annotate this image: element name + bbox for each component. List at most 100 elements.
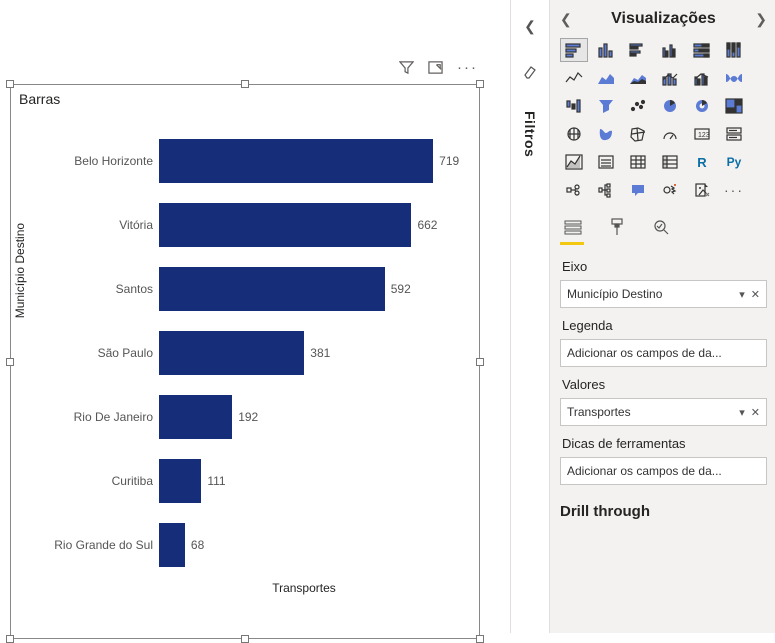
qna-visual-icon[interactable] (624, 178, 652, 202)
r-visual-icon[interactable]: R (688, 150, 716, 174)
bar-category-label: Belo Horizonte (47, 154, 159, 168)
focus-mode-icon[interactable] (428, 60, 443, 78)
visualizations-pane-title: Visualizações (611, 10, 716, 28)
bar-value-label: 662 (411, 218, 437, 232)
donut-chart-icon[interactable] (688, 94, 716, 118)
bar-fill (159, 139, 433, 183)
stacked-column-chart-icon[interactable] (592, 38, 620, 62)
bar-row[interactable]: Belo Horizonte 719 (47, 129, 471, 193)
resize-handle[interactable] (241, 635, 249, 643)
multi-row-card-icon[interactable] (720, 122, 748, 146)
resize-handle[interactable] (6, 358, 14, 366)
format-tab-icon[interactable] (606, 216, 628, 238)
resize-handle[interactable] (6, 635, 14, 643)
decomposition-tree-icon[interactable] (592, 178, 620, 202)
analytics-tab-icon[interactable] (650, 216, 672, 238)
bar-value-label: 192 (232, 410, 258, 424)
kpi-icon[interactable] (560, 150, 588, 174)
paginated-report-icon[interactable] (688, 178, 716, 202)
pie-chart-icon[interactable] (656, 94, 684, 118)
filled-map-icon[interactable] (592, 122, 620, 146)
ribbon-chart-icon[interactable] (720, 66, 748, 90)
bar-row[interactable]: Vitória 662 (47, 193, 471, 257)
bar-row[interactable]: São Paulo381 (47, 321, 471, 385)
visualizations-pane: ❮ Visualizações ❯ 123 RPy ··· Eixo Municíp… (550, 0, 775, 633)
collapse-viz-pane-icon[interactable]: ❮ (560, 11, 572, 28)
bar-fill (159, 203, 411, 247)
resize-handle[interactable] (476, 358, 484, 366)
bar-value-label: 719 (433, 154, 459, 168)
resize-handle[interactable] (476, 635, 484, 643)
filter-icon[interactable] (399, 60, 414, 78)
line-stacked-column-icon[interactable] (656, 66, 684, 90)
tooltips-field-well[interactable]: Adicionar os campos de da... (560, 457, 767, 485)
remove-field-icon[interactable]: ✕ (751, 288, 760, 301)
eraser-icon[interactable] (522, 63, 538, 83)
bar-row[interactable]: Curitiba111 (47, 449, 471, 513)
bar-fill (159, 523, 185, 567)
bar-value-label: 68 (185, 538, 204, 552)
remove-field-icon[interactable]: ✕ (751, 406, 760, 419)
bar-category-label: Santos (47, 282, 159, 296)
gauge-icon[interactable] (656, 122, 684, 146)
bar-value-label: 592 (385, 282, 411, 296)
bar-category-label: Rio Grande do Sul (47, 538, 159, 552)
shape-map-icon[interactable] (624, 122, 652, 146)
expand-filters-icon[interactable]: ❮ (524, 18, 536, 35)
active-tab-indicator (560, 242, 584, 245)
bar-fill (159, 395, 232, 439)
axis-field-well[interactable]: Município Destino ▾ ✕ (560, 280, 767, 308)
y-axis-label: Município Destino (13, 223, 27, 318)
bar-category-label: Curitiba (47, 474, 159, 488)
stacked-area-chart-icon[interactable] (624, 66, 652, 90)
values-field-well[interactable]: Transportes ▾ ✕ (560, 398, 767, 426)
line-clustered-column-icon[interactable] (688, 66, 716, 90)
table-icon[interactable] (624, 150, 652, 174)
drill-through-title: Drill through (560, 503, 767, 520)
treemap-chart-icon[interactable] (720, 94, 748, 118)
map-icon[interactable] (560, 122, 588, 146)
hundred-stacked-column-icon[interactable] (720, 38, 748, 62)
svg-text:123: 123 (698, 132, 710, 139)
more-visuals-icon[interactable]: ··· (720, 178, 748, 202)
bar-fill (159, 331, 304, 375)
bar-category-label: Vitória (47, 218, 159, 232)
hundred-stacked-bar-icon[interactable] (688, 38, 716, 62)
expand-viz-pane-icon[interactable]: ❯ (755, 11, 767, 28)
filters-pane-collapsed[interactable]: ❮ Filtros (510, 0, 550, 633)
matrix-icon[interactable] (656, 150, 684, 174)
area-chart-icon[interactable] (592, 66, 620, 90)
bar-row[interactable]: Rio De Janeiro192 (47, 385, 471, 449)
chart-visual-frame[interactable]: Barras Município Destino Belo Horizonte 7… (10, 84, 480, 639)
axis-field-value: Município Destino (567, 287, 662, 301)
key-influencers-icon[interactable] (560, 178, 588, 202)
smart-narrative-icon[interactable] (656, 178, 684, 202)
bar-row[interactable]: Rio Grande do Sul 68 (47, 513, 471, 577)
chart-title: Barras (19, 91, 471, 107)
funnel-chart-icon[interactable] (592, 94, 620, 118)
clustered-bar-chart-icon[interactable] (624, 38, 652, 62)
waterfall-chart-icon[interactable] (560, 94, 588, 118)
bar-row[interactable]: Santos 592 (47, 257, 471, 321)
resize-handle[interactable] (6, 80, 14, 88)
fields-tab-icon[interactable] (562, 216, 584, 238)
resize-handle[interactable] (241, 80, 249, 88)
more-options-icon[interactable]: ··· (457, 60, 478, 78)
stacked-bar-chart-icon[interactable] (560, 38, 588, 62)
bar-fill (159, 459, 201, 503)
legend-field-well[interactable]: Adicionar os campos de da... (560, 339, 767, 367)
line-chart-icon[interactable] (560, 66, 588, 90)
values-well-label: Valores (562, 377, 767, 392)
slicer-icon[interactable] (592, 150, 620, 174)
chevron-down-icon[interactable]: ▾ (739, 406, 745, 419)
python-visual-icon[interactable]: Py (720, 150, 748, 174)
clustered-column-chart-icon[interactable] (656, 38, 684, 62)
resize-handle[interactable] (476, 80, 484, 88)
bar-category-label: São Paulo (47, 346, 159, 360)
scatter-chart-icon[interactable] (624, 94, 652, 118)
axis-well-label: Eixo (562, 259, 767, 274)
values-field-value: Transportes (567, 405, 631, 419)
tooltips-placeholder: Adicionar os campos de da... (567, 464, 722, 478)
card-icon[interactable]: 123 (688, 122, 716, 146)
chevron-down-icon[interactable]: ▾ (739, 288, 745, 301)
